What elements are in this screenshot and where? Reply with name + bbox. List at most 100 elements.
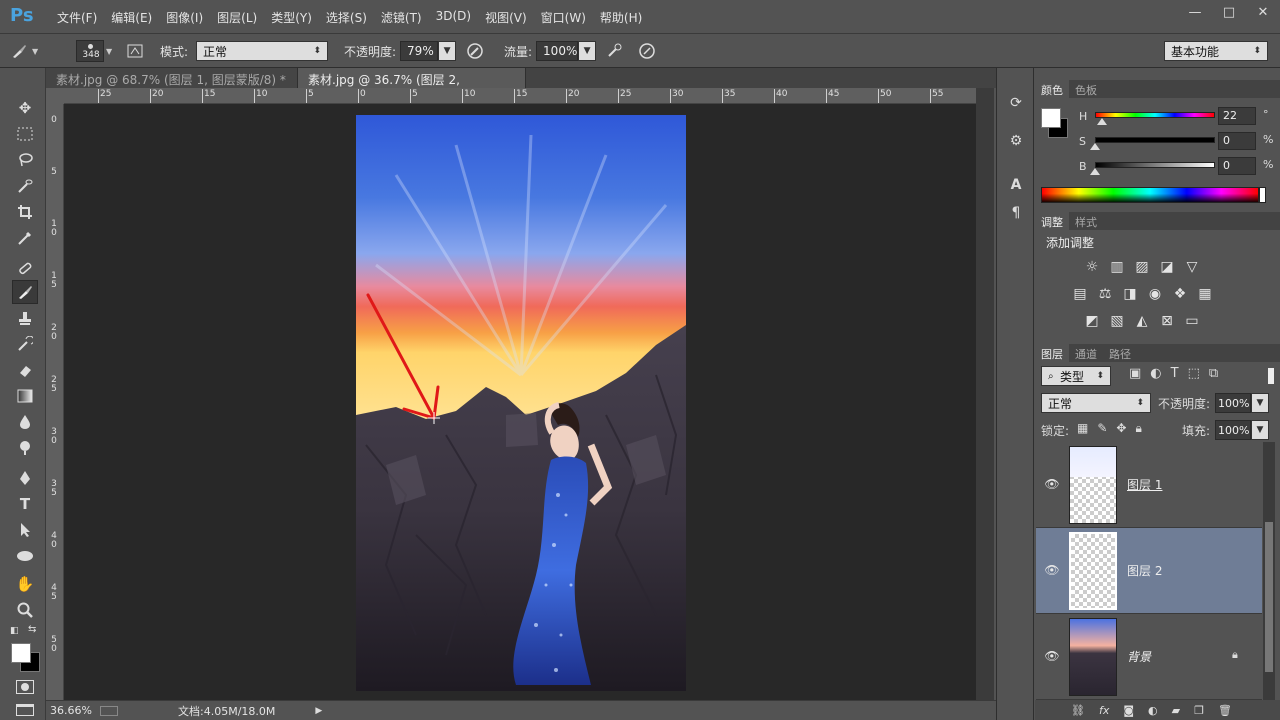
close-button[interactable]: ✕ bbox=[1246, 0, 1280, 24]
doc-tab-1[interactable]: 素材.jpg @ 68.7% (图层 1, 图层蒙版/8) * × bbox=[46, 68, 298, 102]
dodge-tool-icon[interactable] bbox=[12, 436, 38, 460]
hue-saturation-icon[interactable]: ▤ bbox=[1070, 285, 1090, 303]
menu-image[interactable]: 图像(I) bbox=[159, 9, 210, 26]
color-balance-icon[interactable]: ⚖ bbox=[1095, 285, 1115, 303]
pressure-size-icon[interactable] bbox=[636, 40, 658, 62]
ellipse-tool-icon[interactable] bbox=[12, 544, 38, 568]
tab-adjustments[interactable]: 调整 bbox=[1035, 212, 1069, 230]
smart-object-filter-icon[interactable]: ⧉ bbox=[1209, 366, 1218, 381]
gradient-map-icon[interactable]: ▭ bbox=[1182, 312, 1202, 330]
eye-icon[interactable]: 👁︎ bbox=[1044, 562, 1060, 578]
crop-tool-icon[interactable] bbox=[12, 200, 38, 224]
shape-layer-filter-icon[interactable]: ⬚ bbox=[1188, 366, 1200, 381]
workspace-select[interactable]: 基本功能 ⬍ bbox=[1164, 41, 1268, 61]
eyedropper-tool-icon[interactable] bbox=[12, 226, 38, 250]
path-select-tool-icon[interactable] bbox=[12, 518, 38, 542]
screen-mode-icon[interactable] bbox=[16, 704, 34, 716]
eraser-tool-icon[interactable] bbox=[12, 358, 38, 382]
delete-layer-icon[interactable]: 🗑︎ bbox=[1218, 704, 1232, 717]
tab-swatches[interactable]: 色板 bbox=[1069, 80, 1103, 98]
status-menu-arrow-icon[interactable]: ▶ bbox=[315, 706, 322, 716]
menu-window[interactable]: 窗口(W) bbox=[534, 9, 593, 26]
gradient-tool-icon[interactable] bbox=[12, 384, 38, 408]
fill-input[interactable]: 100% bbox=[1215, 420, 1251, 440]
menu-type[interactable]: 类型(Y) bbox=[264, 9, 319, 26]
opacity-input[interactable]: 79% bbox=[400, 41, 439, 61]
eye-icon[interactable]: 👁︎ bbox=[1044, 476, 1060, 492]
zoom-tool-icon[interactable] bbox=[12, 598, 38, 622]
opacity-dropdown[interactable]: ▼ bbox=[438, 41, 457, 61]
marquee-tool-icon[interactable] bbox=[12, 122, 38, 146]
hand-tool-icon[interactable]: ✋ bbox=[12, 572, 38, 596]
brightness-thumb[interactable] bbox=[1090, 168, 1100, 175]
lock-pixels-icon[interactable]: ✎ bbox=[1097, 421, 1107, 436]
type-tool-icon[interactable]: T bbox=[12, 492, 38, 516]
quick-select-tool-icon[interactable] bbox=[12, 174, 38, 198]
history-brush-tool-icon[interactable] bbox=[12, 332, 38, 356]
hue-input[interactable]: 22 bbox=[1218, 107, 1256, 125]
color-spectrum-ramp[interactable] bbox=[1041, 187, 1259, 203]
layer-opacity-input[interactable]: 100% bbox=[1215, 393, 1251, 413]
zoom-field[interactable]: 36.66% bbox=[46, 704, 94, 717]
tab-layers[interactable]: 图层 bbox=[1035, 344, 1069, 362]
type-layer-filter-icon[interactable]: T bbox=[1171, 366, 1179, 381]
brush-size-picker[interactable]: 348 ▼ bbox=[76, 40, 116, 62]
lasso-tool-icon[interactable] bbox=[12, 148, 38, 172]
layers-scrollbar[interactable] bbox=[1263, 442, 1275, 700]
levels-icon[interactable]: ▥ bbox=[1107, 258, 1127, 276]
layer-name[interactable]: 背景 bbox=[1127, 648, 1151, 665]
menu-filter[interactable]: 滤镜(T) bbox=[374, 9, 429, 26]
status-preview-icon[interactable] bbox=[100, 705, 118, 716]
lock-all-icon[interactable]: 🔒︎ bbox=[1135, 421, 1141, 436]
blur-tool-icon[interactable] bbox=[12, 410, 38, 434]
tab-color[interactable]: 颜色 bbox=[1035, 80, 1069, 98]
pixel-layer-filter-icon[interactable]: ▣ bbox=[1129, 366, 1141, 381]
white-swatch[interactable] bbox=[1259, 187, 1266, 203]
layer-name[interactable]: 图层 1 bbox=[1127, 476, 1162, 493]
saturation-input[interactable]: 0 bbox=[1218, 132, 1256, 150]
layer-name[interactable]: 图层 2 bbox=[1127, 562, 1162, 579]
clone-stamp-tool-icon[interactable] bbox=[12, 306, 38, 330]
filter-toggle-switch[interactable] bbox=[1268, 368, 1274, 384]
flow-input[interactable]: 100% bbox=[536, 41, 579, 61]
new-layer-icon[interactable]: ❐ bbox=[1194, 704, 1204, 717]
black-white-icon[interactable]: ◨ bbox=[1120, 285, 1140, 303]
brush-tool-icon[interactable] bbox=[12, 280, 38, 304]
menu-3d[interactable]: 3D(D) bbox=[429, 9, 478, 26]
curves-icon[interactable]: ▨ bbox=[1132, 258, 1152, 276]
fx-icon[interactable]: fx bbox=[1099, 704, 1109, 717]
canvas-area[interactable] bbox=[64, 104, 976, 700]
tab-channels[interactable]: 通道 bbox=[1069, 344, 1103, 362]
exposure-icon[interactable]: ◪ bbox=[1157, 258, 1177, 276]
invert-icon[interactable]: ◩ bbox=[1082, 312, 1102, 330]
menu-file[interactable]: 文件(F) bbox=[50, 9, 104, 26]
document-image[interactable] bbox=[356, 115, 686, 691]
tab-paths[interactable]: 路径 bbox=[1103, 344, 1137, 362]
photo-filter-icon[interactable]: ◉ bbox=[1145, 285, 1165, 303]
saturation-thumb[interactable] bbox=[1090, 143, 1100, 150]
eye-icon[interactable]: 👁︎ bbox=[1044, 648, 1060, 664]
brightness-slider[interactable] bbox=[1095, 162, 1215, 168]
new-group-icon[interactable]: ▰ bbox=[1172, 704, 1180, 717]
minimize-button[interactable]: — bbox=[1178, 0, 1212, 24]
adjustment-layer-filter-icon[interactable]: ◐ bbox=[1150, 366, 1161, 381]
doc-tab-2[interactable]: 素材.jpg @ 36.7% (图层 2, RGB/8#) * × bbox=[298, 68, 526, 102]
tool-preset-picker[interactable]: ▼ bbox=[8, 40, 38, 62]
add-mask-icon[interactable]: ◙ bbox=[1123, 704, 1134, 717]
channel-mixer-icon[interactable]: ❖ bbox=[1170, 285, 1190, 303]
layer-opacity-dropdown[interactable]: ▼ bbox=[1251, 393, 1269, 413]
character-panel-icon[interactable]: A bbox=[1005, 174, 1027, 196]
tab-styles[interactable]: 样式 bbox=[1069, 212, 1103, 230]
menu-view[interactable]: 视图(V) bbox=[478, 9, 534, 26]
vibrance-icon[interactable]: ▽ bbox=[1182, 258, 1202, 276]
mode-select[interactable]: 正常 ⬍ bbox=[196, 41, 329, 61]
saturation-slider[interactable] bbox=[1095, 137, 1215, 143]
healing-brush-tool-icon[interactable] bbox=[12, 256, 38, 280]
quick-mask-icon[interactable] bbox=[16, 680, 34, 694]
default-colors-icon[interactable]: ◧ bbox=[10, 626, 19, 636]
paragraph-panel-icon[interactable]: ¶ bbox=[1005, 202, 1027, 224]
brightness-input[interactable]: 0 bbox=[1218, 157, 1256, 175]
history-panel-icon[interactable]: ⟳ bbox=[1005, 92, 1027, 114]
lock-transparent-icon[interactable]: ▦ bbox=[1077, 421, 1088, 436]
layer-row[interactable]: 👁︎ 图层 1 bbox=[1036, 442, 1262, 528]
